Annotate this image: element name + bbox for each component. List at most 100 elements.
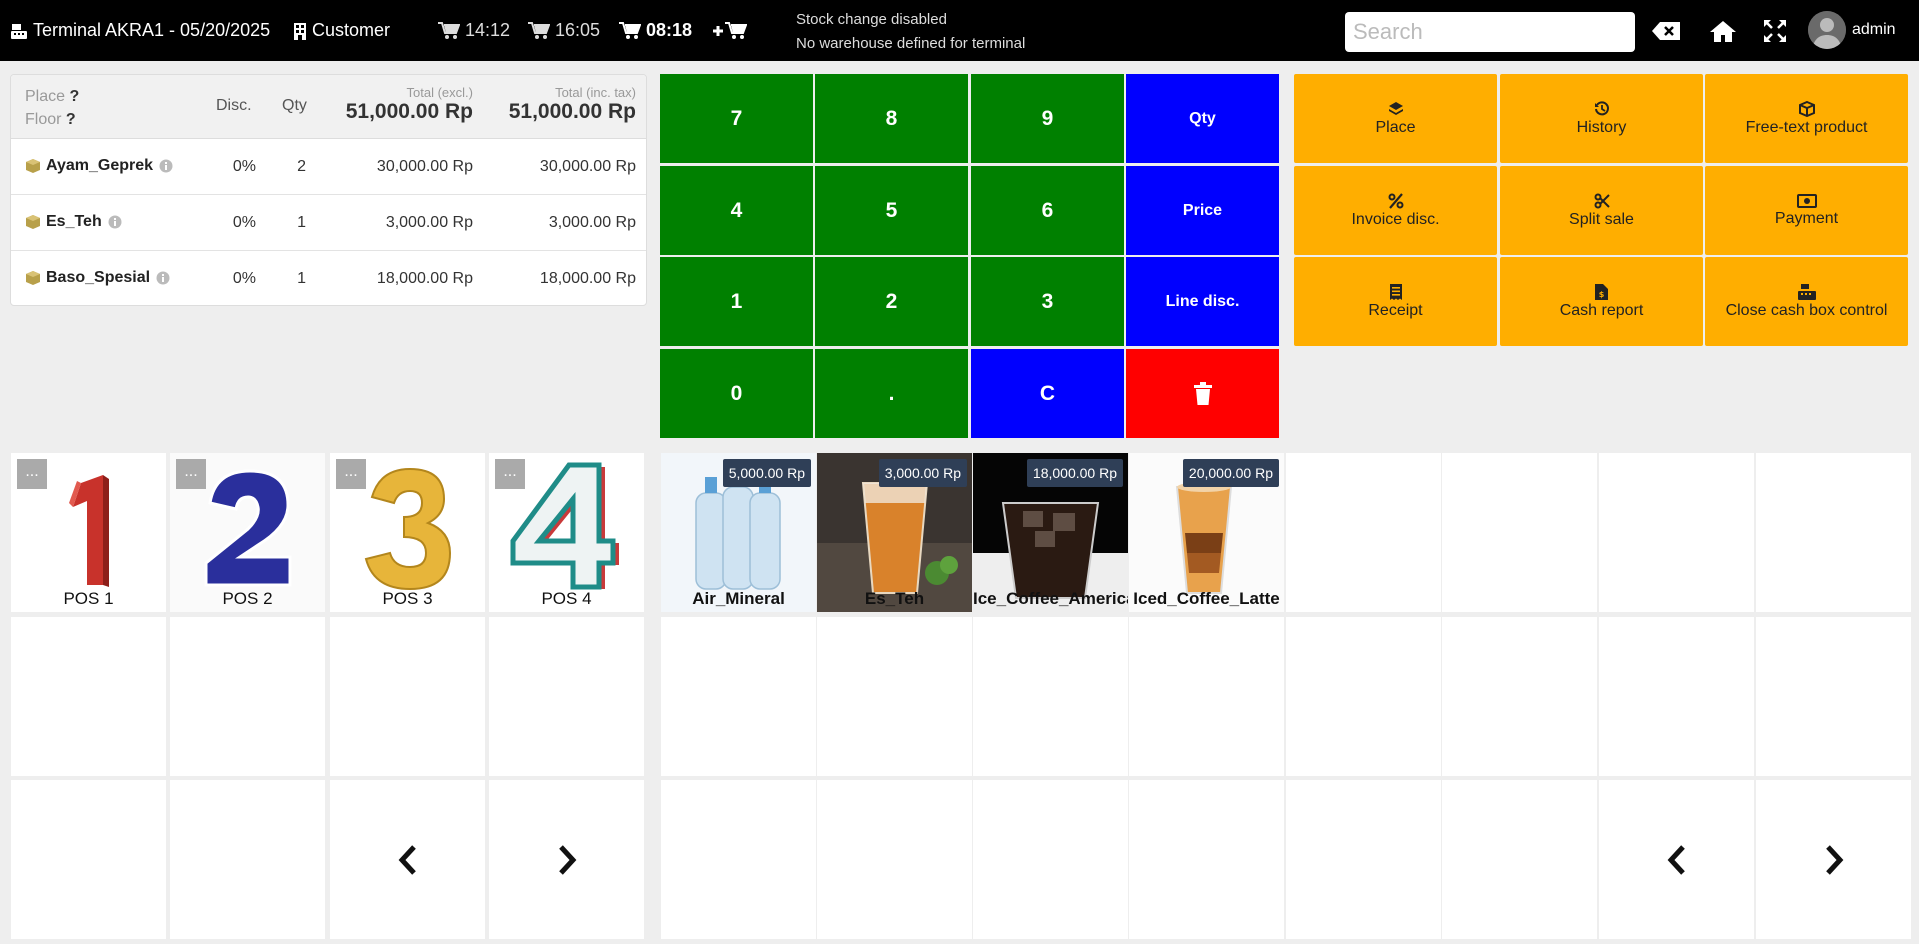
receipt-button[interactable]: Receipt — [1294, 257, 1497, 346]
category-prev-button[interactable] — [330, 780, 485, 939]
order-line-qty[interactable]: 1 — [297, 270, 306, 288]
avatar — [1808, 11, 1846, 49]
cart-tab-2[interactable]: 16:05 — [528, 0, 600, 61]
line-disc-button[interactable]: Line disc. — [1126, 257, 1279, 346]
category-label: POS 4 — [541, 589, 592, 608]
category-tile-pos3[interactable]: ... POS 3 — [330, 453, 485, 612]
key-8[interactable]: 8 — [815, 74, 968, 163]
info-icon[interactable] — [159, 159, 173, 173]
price-badge: 20,000.00 Rp — [1182, 459, 1279, 487]
key-decimal[interactable]: . — [815, 349, 968, 438]
invoice-disc-button[interactable]: Invoice disc. — [1294, 166, 1497, 255]
category-next-button[interactable] — [489, 780, 644, 939]
cash-box-icon — [1797, 283, 1816, 300]
order-line-disc[interactable]: 0% — [233, 214, 256, 232]
product-tile-air-mineral[interactable]: 5,000.00 Rp Air_Mineral — [661, 453, 816, 612]
home-button[interactable] — [1708, 16, 1738, 46]
order-line[interactable]: Baso_Spesial 0% 1 18,000.00 Rp 18,000.00… — [11, 251, 646, 305]
qty-button[interactable]: Qty — [1126, 74, 1279, 163]
info-icon[interactable] — [156, 271, 170, 285]
order-line-product: Baso_Spesial — [25, 269, 170, 287]
category-tile-pos2[interactable]: ... POS 2 — [170, 453, 325, 612]
order-line-excl: 30,000.00 Rp — [376, 158, 473, 175]
info-icon[interactable] — [108, 215, 122, 229]
user-menu[interactable]: admin — [1808, 10, 1896, 50]
order-line[interactable]: Ayam_Geprek 0% 2 30,000.00 Rp 30,000.00 … — [11, 139, 646, 195]
key-4[interactable]: 4 — [660, 166, 813, 255]
terminal-label[interactable]: Terminal AKRA1 - 05/20/2025 — [10, 0, 270, 61]
history-button[interactable]: History — [1500, 74, 1703, 163]
total-excl: Total (excl.) 51,000.00 Rp — [346, 85, 473, 124]
invoice-disc-label: Invoice disc. — [1351, 210, 1440, 228]
empty-product-slot — [1129, 780, 1284, 939]
cash-report-button[interactable]: $ Cash report — [1500, 257, 1703, 346]
trash-icon — [1193, 381, 1212, 405]
product-tile-es-teh[interactable]: 3,000.00 Rp Es_Teh — [817, 453, 972, 612]
cart-tab-1[interactable]: 14:12 — [438, 0, 510, 61]
category-options-button[interactable]: ... — [495, 459, 525, 489]
warehouse-note: No warehouse defined for terminal — [796, 35, 1026, 52]
empty-product-slot — [1756, 617, 1911, 776]
category-tile-pos1[interactable]: ... POS 1 — [11, 453, 166, 612]
category-options-button[interactable]: ... — [17, 459, 47, 489]
fullscreen-icon — [1764, 20, 1786, 42]
payment-button[interactable]: Payment — [1705, 166, 1908, 255]
key-1[interactable]: 1 — [660, 257, 813, 346]
order-line-disc[interactable]: 0% — [233, 158, 256, 176]
product-name: Air_Mineral — [692, 589, 785, 608]
order-line-name: Baso_Spesial — [46, 269, 151, 286]
close-cash-box-button[interactable]: Close cash box control — [1705, 257, 1908, 346]
cart-time: 16:05 — [555, 20, 601, 40]
cart-icon — [528, 21, 550, 39]
add-cart-button[interactable] — [711, 0, 752, 61]
empty-product-slot — [1442, 617, 1597, 776]
close-cash-box-label: Close cash box control — [1725, 301, 1888, 319]
empty-product-slot — [1442, 453, 1597, 612]
category-options-button[interactable]: ... — [336, 459, 366, 489]
product-tile-iced-coffee-latte[interactable]: 20,000.00 Rp Iced_Coffee_Latte — [1129, 453, 1284, 612]
layers-icon — [1388, 101, 1403, 115]
empty-category-slot — [489, 617, 644, 776]
category-options-button[interactable]: ... — [176, 459, 206, 489]
cart-time: 14:12 — [465, 20, 511, 40]
key-3[interactable]: 3 — [971, 257, 1124, 346]
key-6[interactable]: 6 — [971, 166, 1124, 255]
order-line-disc[interactable]: 0% — [233, 270, 256, 288]
total-inc-amount: 51,000.00 Rp — [508, 100, 636, 123]
key-9[interactable]: 9 — [971, 74, 1124, 163]
split-sale-label: Split sale — [1569, 210, 1634, 228]
key-5[interactable]: 5 — [815, 166, 968, 255]
history-button-label: History — [1576, 118, 1627, 136]
money-icon — [1796, 193, 1817, 208]
product-tile-ice-coffee-americano[interactable]: 18,000.00 Rp Ice_Coffee_Americano — [973, 453, 1128, 612]
product-name: Ice_Coffee_Americano — [973, 589, 1128, 608]
place-floor-info[interactable]: Place ? Floor ? — [25, 85, 79, 131]
free-text-product-button[interactable]: Free-text product — [1705, 74, 1908, 163]
key-2[interactable]: 2 — [815, 257, 968, 346]
split-sale-button[interactable]: Split sale — [1500, 166, 1703, 255]
clear-search-button[interactable] — [1651, 16, 1681, 46]
search-input[interactable] — [1345, 12, 1635, 52]
order-line-product: Ayam_Geprek — [25, 157, 173, 175]
fullscreen-button[interactable] — [1760, 16, 1790, 46]
customer-button[interactable]: Customer — [293, 0, 390, 61]
place-button[interactable]: Place — [1294, 74, 1497, 163]
cart-tab-3-active[interactable]: 08:18 — [619, 0, 692, 61]
price-badge: 5,000.00 Rp — [722, 459, 811, 487]
terminal-title: Terminal AKRA1 - 05/20/2025 — [33, 20, 271, 40]
delete-line-button[interactable] — [1126, 349, 1279, 438]
clear-button[interactable]: C — [971, 349, 1124, 438]
percent-icon — [1388, 192, 1403, 209]
product-prev-button[interactable] — [1599, 780, 1754, 939]
order-line-qty[interactable]: 1 — [297, 214, 306, 232]
price-button[interactable]: Price — [1126, 166, 1279, 255]
order-line[interactable]: Es_Teh 0% 1 3,000.00 Rp 3,000.00 Rp — [11, 195, 646, 251]
place-value: ? — [69, 88, 80, 105]
empty-product-slot — [1286, 453, 1441, 612]
key-0[interactable]: 0 — [660, 349, 813, 438]
product-next-button[interactable] — [1756, 780, 1911, 939]
key-7[interactable]: 7 — [660, 74, 813, 163]
category-tile-pos4[interactable]: ... POS 4 — [489, 453, 644, 612]
order-line-qty[interactable]: 2 — [297, 158, 306, 176]
empty-product-slot — [1286, 617, 1441, 776]
